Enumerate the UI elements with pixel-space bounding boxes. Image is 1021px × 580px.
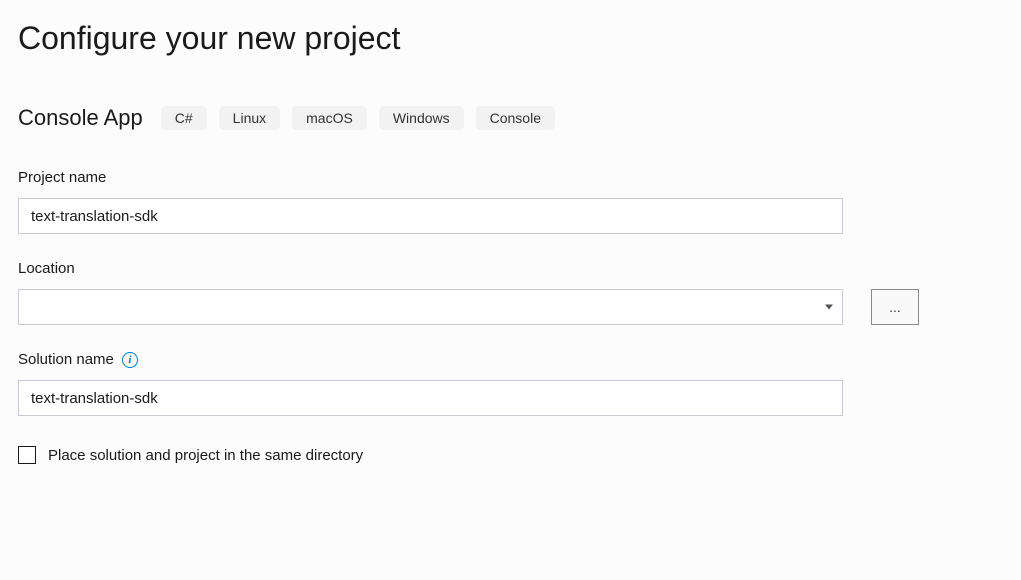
- template-name: Console App: [18, 105, 143, 131]
- solution-name-label-row: Solution name i: [18, 351, 1003, 368]
- tag-csharp: C#: [161, 106, 207, 130]
- tag-list: C# Linux macOS Windows Console: [161, 106, 555, 130]
- project-name-input[interactable]: [18, 198, 843, 234]
- location-input[interactable]: [18, 289, 843, 325]
- location-combo[interactable]: [18, 289, 843, 325]
- solution-name-input[interactable]: [18, 380, 843, 416]
- project-name-group: Project name: [18, 169, 1003, 234]
- tag-linux: Linux: [219, 106, 280, 130]
- template-row: Console App C# Linux macOS Windows Conso…: [18, 105, 1003, 131]
- project-name-label: Project name: [18, 169, 1003, 186]
- same-directory-label: Place solution and project in the same d…: [48, 447, 363, 464]
- tag-console: Console: [476, 106, 555, 130]
- tag-macos: macOS: [292, 106, 367, 130]
- same-directory-row: Place solution and project in the same d…: [18, 446, 1003, 464]
- info-icon[interactable]: i: [122, 352, 138, 368]
- solution-name-label: Solution name: [18, 351, 114, 368]
- location-label: Location: [18, 260, 1003, 277]
- solution-name-group: Solution name i: [18, 351, 1003, 416]
- page-title: Configure your new project: [18, 20, 1003, 57]
- same-directory-checkbox[interactable]: [18, 446, 36, 464]
- location-group: Location ...: [18, 260, 1003, 325]
- browse-button[interactable]: ...: [871, 289, 919, 325]
- tag-windows: Windows: [379, 106, 464, 130]
